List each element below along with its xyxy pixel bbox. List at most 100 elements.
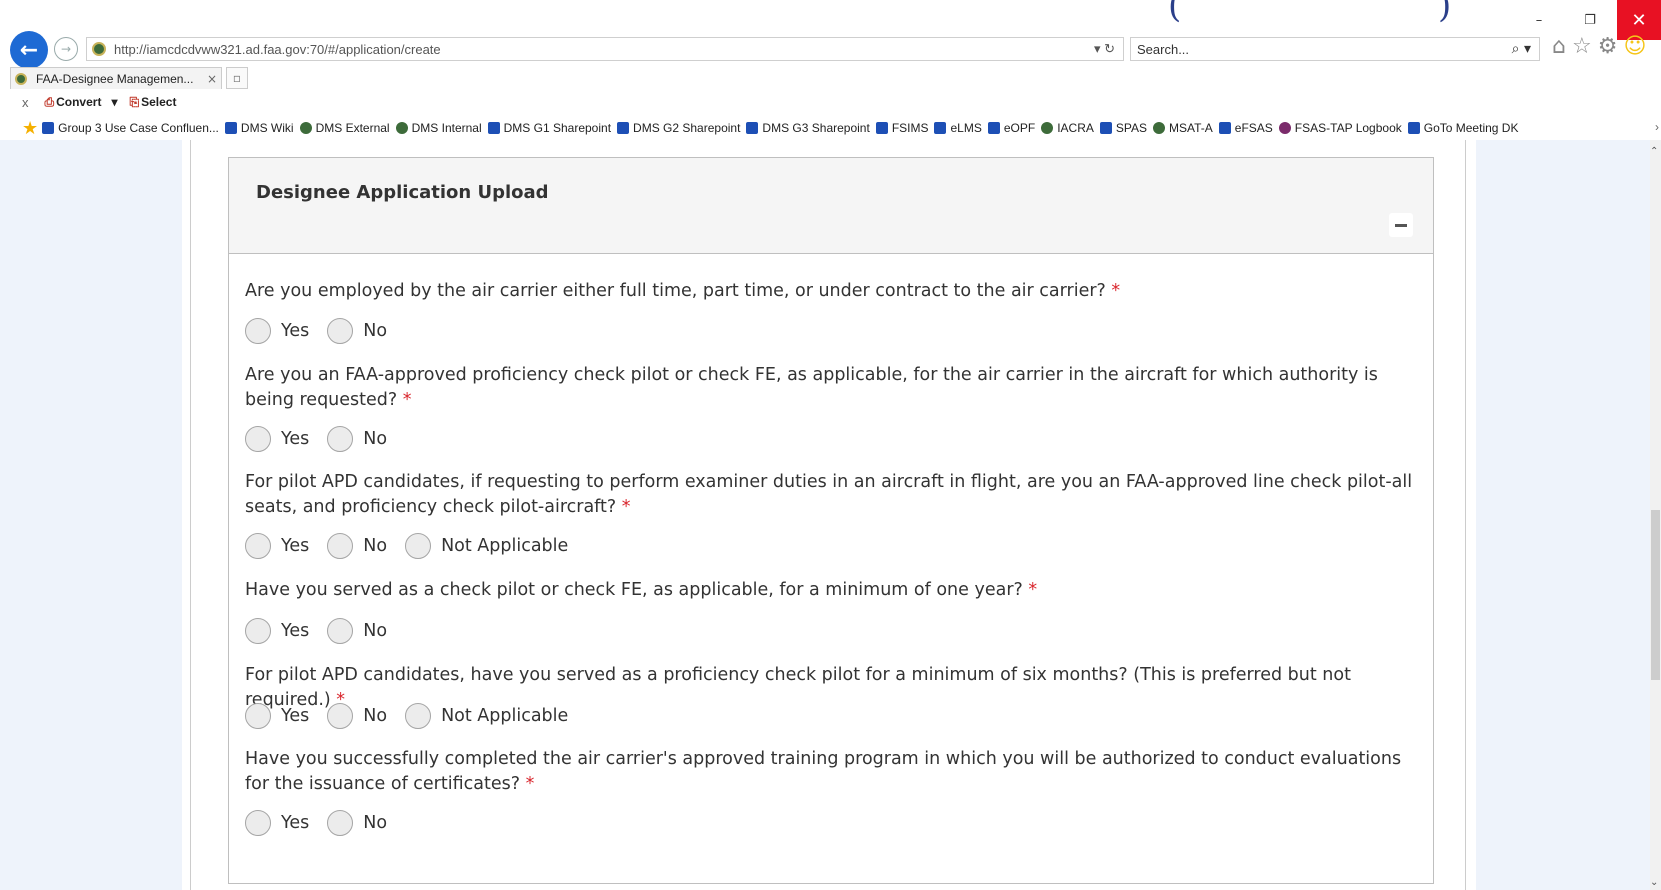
tab-label: FAA-Designee Managemen... [36,71,194,86]
radio-button[interactable] [327,533,354,559]
radio-button[interactable] [245,318,271,344]
question-label: For pilot APD candidates, if requesting … [245,472,1413,517]
radio-option[interactable]: No [327,703,387,729]
radio-label: No [363,706,388,726]
back-button[interactable]: ← [10,31,48,69]
confluence-icon [224,122,237,134]
favorite-link[interactable]: eOPF [987,121,1035,135]
search-icon[interactable]: ⌕ ▾ [1512,41,1539,57]
command-bar-close-icon[interactable]: x [22,95,29,110]
question-text: For pilot APD candidates, if requesting … [245,470,1420,520]
chevron-down-icon[interactable]: ▾ [111,95,117,109]
eopf-icon [987,122,1000,134]
radio-option[interactable]: Yes [245,318,309,344]
required-asterisk: * [525,774,535,794]
radio-button[interactable] [245,703,271,729]
radio-button[interactable] [327,703,354,729]
settings-gear-icon[interactable]: ⚙ [1598,34,1618,59]
feedback-smiley-icon[interactable]: ☺ [1623,34,1646,59]
chevron-right-icon[interactable]: › [1655,120,1659,134]
radio-button[interactable] [405,703,432,729]
browser-chrome: ( ) – ❐ ✕ ← → http://iamcdcdvww321.ad.fa… [0,0,1661,140]
address-bar[interactable]: http://iamcdcdvww321.ad.faa.gov:70/#/app… [86,37,1124,61]
sharepoint-icon [746,122,759,134]
radio-option[interactable]: No [327,318,387,344]
radio-button[interactable] [245,810,271,836]
radio-group: Yes No [245,318,405,344]
search-input[interactable]: Search... [1137,42,1512,57]
favorite-link[interactable]: GoTo Meeting DK [1407,121,1518,135]
radio-button[interactable] [327,318,354,344]
favorite-link[interactable]: DMS Internal [395,121,482,135]
radio-group: Yes No [245,426,405,452]
radio-button[interactable] [245,533,271,559]
favorite-link[interactable]: DMS Wiki [224,121,294,135]
elms-icon [934,122,947,134]
scroll-down-icon[interactable]: ⌄ [1650,877,1658,888]
site-icon [395,122,408,134]
title-glyph-right: ) [1438,0,1452,26]
favorite-link[interactable]: FSAS-TAP Logbook [1278,121,1402,135]
gotomeeting-icon [1407,122,1420,134]
tab-favicon [15,72,27,85]
radio-option[interactable]: Yes [245,426,309,452]
tap-icon [1278,122,1291,134]
radio-option[interactable]: No [327,810,387,836]
favorite-link[interactable]: FSIMS [875,121,928,135]
favorite-link[interactable]: Group 3 Use Case Confluen... [42,121,219,135]
radio-option[interactable]: Yes [245,703,309,729]
ie-page-icon [1099,122,1112,134]
radio-option[interactable]: No [327,533,387,559]
radio-label: Yes [281,429,310,449]
radio-button[interactable] [327,618,354,644]
sharepoint-icon [487,122,500,134]
radio-button[interactable] [327,810,354,836]
radio-label: No [363,536,388,556]
url-text[interactable]: http://iamcdcdvww321.ad.faa.gov:70/#/app… [114,42,1094,57]
radio-label: No [363,813,388,833]
radio-button[interactable] [327,426,354,452]
scrollbar[interactable]: ⌃ ⌄ [1650,140,1661,890]
pdf-icon: ⎙ [44,94,55,109]
favorite-link[interactable]: MSAT-A [1153,121,1213,135]
favorite-link[interactable]: eLMS [934,121,982,135]
radio-option[interactable]: No [327,426,387,452]
site-icon [1153,122,1165,134]
browser-tab[interactable]: FAA-Designee Managemen... × [10,67,222,89]
favorite-link[interactable]: DMS G2 Sharepoint [617,121,740,135]
new-tab-button[interactable]: ▫ [226,67,248,89]
question-label: Have you served as a check pilot or chec… [245,580,1023,600]
select-button[interactable]: ⎘ Select [129,95,176,110]
radio-option[interactable]: Not Applicable [405,703,568,729]
tab-close-icon[interactable]: × [207,72,221,86]
arrow-left-icon: ← [19,37,39,63]
favorite-link[interactable]: SPAS [1099,121,1147,135]
scroll-up-icon[interactable]: ⌃ [1650,146,1658,157]
refresh-icon[interactable]: ▾ ↻ [1094,41,1123,57]
favorite-link[interactable]: eFSAS [1218,121,1273,135]
convert-button[interactable]: ⎙ Convert ▾ [45,95,118,110]
radio-label: No [363,621,388,641]
scroll-thumb[interactable] [1651,510,1660,680]
favorite-link[interactable]: DMS G1 Sharepoint [487,121,611,135]
minus-icon [1395,223,1407,227]
radio-option[interactable]: No [327,618,387,644]
select-label: Select [141,95,177,109]
search-box[interactable]: Search... ⌕ ▾ [1130,37,1540,61]
collapse-button[interactable] [1389,213,1413,237]
radio-option[interactable]: Yes [245,810,309,836]
favorite-link[interactable]: DMS G3 Sharepoint [746,121,870,135]
favorites-add-icon[interactable]: ★ [22,118,38,139]
radio-option[interactable]: Yes [245,618,309,644]
forward-button[interactable]: → [54,37,78,61]
radio-option[interactable]: Not Applicable [405,533,568,559]
favorites-star-icon[interactable]: ☆ [1572,34,1592,59]
radio-button[interactable] [405,533,432,559]
favorite-link[interactable]: IACRA [1041,121,1094,135]
radio-button[interactable] [245,426,271,452]
radio-label: Yes [281,321,310,341]
favorite-link[interactable]: DMS External [299,121,390,135]
home-icon[interactable]: ⌂ [1552,34,1566,59]
radio-button[interactable] [245,618,271,644]
radio-option[interactable]: Yes [245,533,309,559]
